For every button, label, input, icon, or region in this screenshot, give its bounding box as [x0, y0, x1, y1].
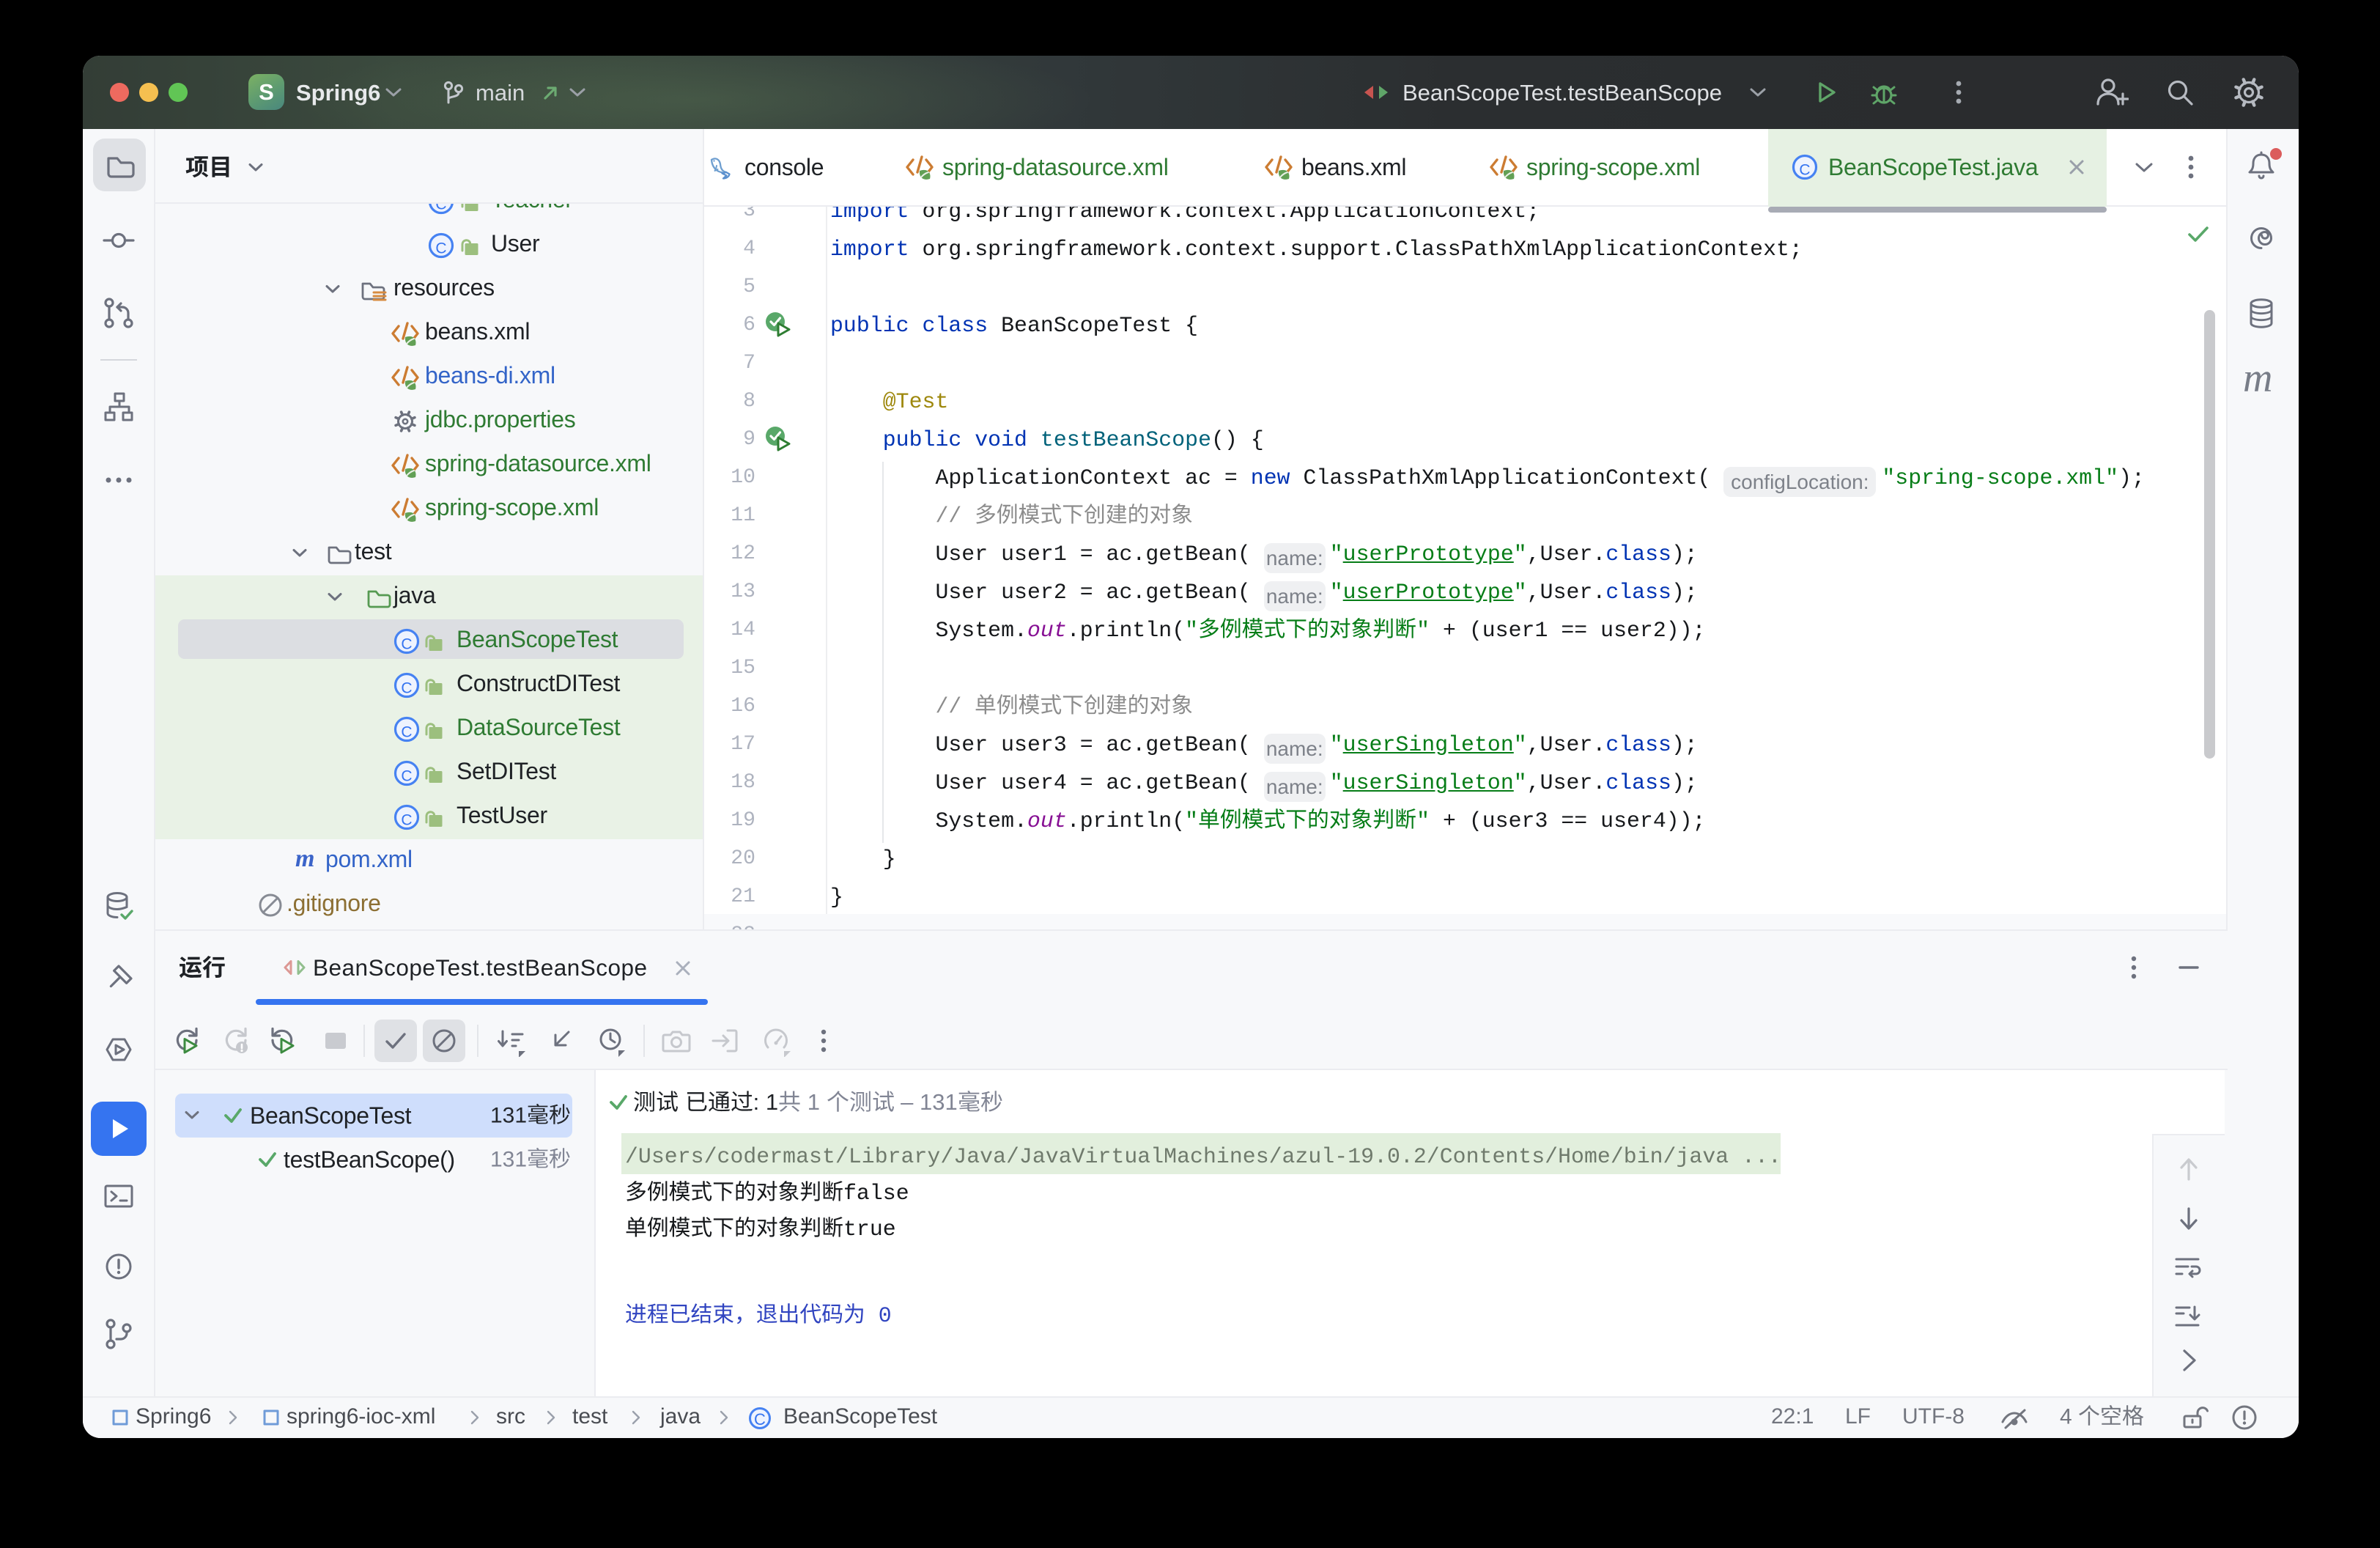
- svg-text:C: C: [435, 240, 446, 257]
- svg-text:C: C: [401, 724, 412, 741]
- svg-text:C: C: [754, 1410, 766, 1429]
- svg-text:C: C: [1799, 162, 1810, 179]
- svg-text:C: C: [435, 204, 446, 213]
- svg-text:C: C: [401, 768, 412, 785]
- svg-text:C: C: [401, 636, 412, 653]
- svg-text:C: C: [401, 680, 412, 697]
- svg-text:C: C: [401, 812, 412, 829]
